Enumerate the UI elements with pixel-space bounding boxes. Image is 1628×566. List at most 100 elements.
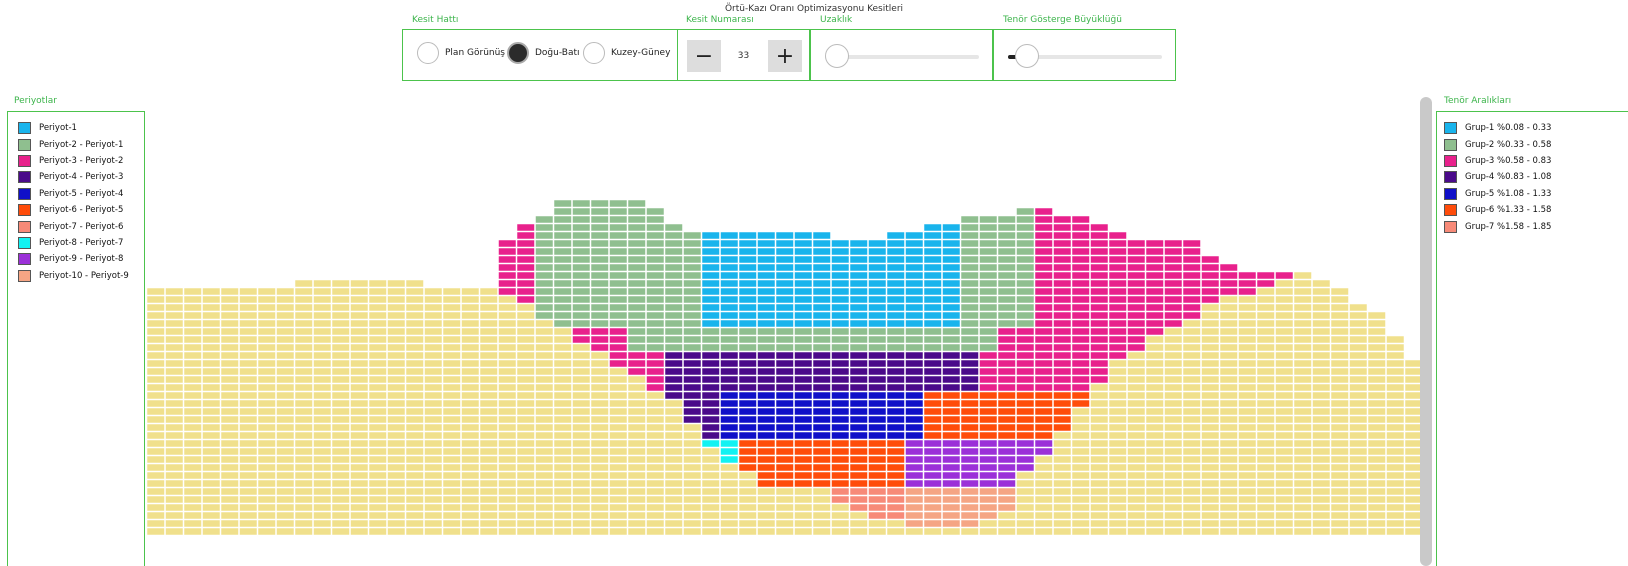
block-cell [1145,311,1164,320]
block-cell [220,351,239,360]
block-cell [923,407,942,416]
block-cell [775,495,794,504]
block-cell [664,391,683,400]
radio-north-south[interactable]: Kuzey-Güney [583,42,670,64]
distance-slider-thumb[interactable] [825,44,849,68]
block-cell [516,415,535,424]
block-cell [1182,239,1201,248]
block-cell [442,495,461,504]
block-cell [442,503,461,512]
block-cell [368,487,387,496]
block-cell [1201,335,1220,344]
block-cell [609,359,628,368]
radio-button[interactable] [583,42,605,64]
block-cell [331,351,350,360]
block-cell [368,407,387,416]
block-cell [572,343,591,352]
block-cell [627,223,646,232]
block-cell [1182,287,1201,296]
block-cell [368,423,387,432]
block-cell [1108,479,1127,488]
section-number-value[interactable]: 33 [721,40,766,72]
block-cell [738,503,757,512]
block-cell [738,343,757,352]
radio-button[interactable] [417,42,439,64]
block-cell [1219,295,1238,304]
block-cell [1108,407,1127,416]
block-cell [1182,527,1201,536]
block-cell [442,471,461,480]
block-cell [1201,255,1220,264]
decrement-button[interactable]: − [687,40,721,72]
block-cell [757,247,776,256]
block-cell [1219,399,1238,408]
block-cell [498,375,517,384]
block-cell [1071,415,1090,424]
block-cell [424,399,443,408]
block-cell [997,295,1016,304]
block-cell [701,231,720,240]
block-cell [276,287,295,296]
block-cell [1127,319,1146,328]
block-cell [1201,359,1220,368]
block-cell [1367,399,1386,408]
block-cell [1034,239,1053,248]
block-cell [479,503,498,512]
block-cell [239,503,258,512]
block-cell [905,335,924,344]
block-cell [294,351,313,360]
block-cell [1108,343,1127,352]
block-cell [350,463,369,472]
block-cell [1367,471,1386,480]
block-cell [387,311,406,320]
grade-size-slider-thumb[interactable] [1014,44,1039,68]
block-cell [516,487,535,496]
block-cell [313,287,332,296]
block-cell [146,487,165,496]
grade-legend-item: Grup-6 %1.33 - 1.58 [1444,202,1551,218]
block-cell [1108,271,1127,280]
block-cell [683,383,702,392]
block-cell [1090,415,1109,424]
block-cell [960,471,979,480]
block-cell [868,295,887,304]
increment-button[interactable]: + [768,40,802,72]
block-cell [997,399,1016,408]
block-cell [775,335,794,344]
block-cell [461,439,480,448]
block-cell [1164,359,1183,368]
block-cell [979,471,998,480]
block-cell [923,351,942,360]
block-cell [831,287,850,296]
block-cell [923,343,942,352]
block-cell [942,463,961,472]
cross-section-view[interactable] [0,0,1628,566]
radio-east-west[interactable]: Doğu-Batı [507,42,580,64]
block-cell [683,527,702,536]
block-cell [183,487,202,496]
block-cell [1090,431,1109,440]
vertical-scrollbar[interactable] [1420,97,1432,566]
block-cell [313,415,332,424]
block-cell [1034,303,1053,312]
block-cell [165,415,184,424]
block-cell [146,383,165,392]
block-cell [1053,279,1072,288]
radio-button-selected[interactable] [507,42,529,64]
block-cell [1127,335,1146,344]
block-cell [1330,431,1349,440]
block-cell [165,463,184,472]
radio-plan-view[interactable]: Plan Görünüş [417,42,505,64]
block-cell [812,439,831,448]
block-cell [1312,479,1331,488]
block-cell [1071,247,1090,256]
block-cell [1238,431,1257,440]
block-cell [1108,511,1127,520]
block-cell [1145,407,1164,416]
block-cell [1201,407,1220,416]
block-cell [239,311,258,320]
section-number-label: Kesit Numarası [686,15,754,25]
block-cell [794,279,813,288]
block-cell [812,367,831,376]
block-cell [368,527,387,536]
